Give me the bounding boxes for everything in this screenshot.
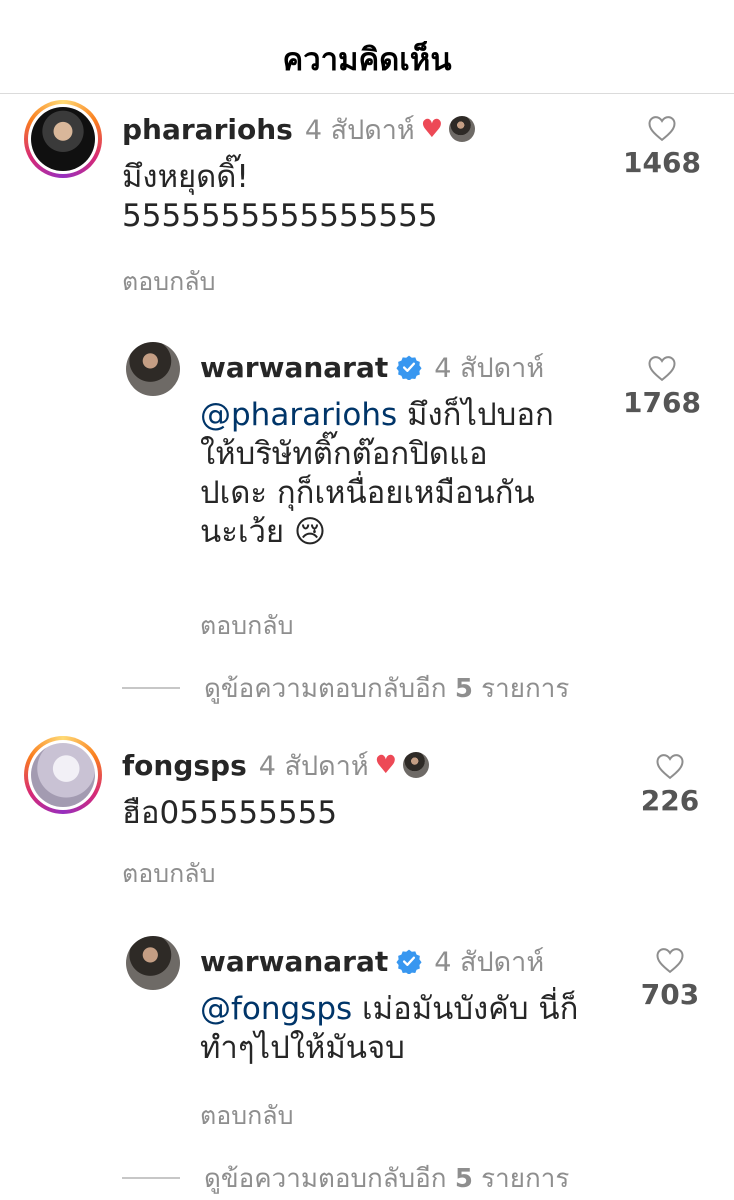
mention-link[interactable]: @pharariohs (200, 397, 397, 433)
creator-liked-heart-icon: ♥ (374, 750, 398, 779)
view-more-count: 5 (454, 674, 473, 704)
creator-avatar (449, 116, 476, 142)
reply-button[interactable]: ตอบกลับ (200, 606, 293, 646)
timestamp: 4 สัปดาห์ (258, 751, 369, 782)
view-more-replies-button[interactable]: ดูข้อความตอบกลับอีก 5 รายการ (122, 1158, 569, 1199)
page-title: ความคิดเห็น (282, 42, 452, 78)
comment-header: fongsps 4 สัปดาห์ ♥ (122, 744, 430, 787)
username[interactable]: fongsps (122, 749, 247, 782)
timestamp: 4 สัปดาห์ (434, 947, 545, 978)
like-button[interactable]: 703 (630, 946, 710, 1011)
timestamp: 4 สัปดาห์ (304, 115, 415, 146)
like-button[interactable]: 226 (630, 752, 710, 817)
divider (122, 687, 180, 689)
heart-outline-icon (648, 356, 676, 382)
comment-header: pharariohs 4 สัปดาห์ ♥ (122, 108, 476, 151)
comment-text: @fongsps เม่อมันบังคับ นี่ก็ ทำๆไปให้มัน… (200, 990, 578, 1068)
comment-line: ฮือ055555555 (122, 795, 338, 831)
username[interactable]: warwanarat (200, 351, 388, 384)
divider (122, 1177, 180, 1179)
heart-outline-icon (656, 948, 684, 974)
header: ความคิดเห็น (0, 0, 734, 94)
view-more-suffix: รายการ (481, 674, 570, 704)
reply-button[interactable]: ตอบกลับ (122, 262, 215, 302)
comment-line: มึงก็ไปบอก (407, 397, 554, 433)
view-more-suffix: รายการ (481, 1164, 570, 1194)
mention-link[interactable]: @fongsps (200, 991, 352, 1027)
comment-line: ให้บริษัทติ๊กต๊อกปิดแอ (200, 436, 488, 472)
comment-header: warwanarat 4 สัปดาห์ (200, 940, 544, 983)
view-more-label: ดูข้อความตอบกลับอีก (204, 1164, 447, 1194)
view-more-label: ดูข้อความตอบกลับอีก (204, 674, 447, 704)
comment-line: ทำๆไปให้มันจบ (200, 1030, 405, 1066)
reply-button[interactable]: ตอบกลับ (200, 1096, 293, 1136)
like-button[interactable]: 1768 (622, 354, 702, 419)
timestamp: 4 สัปดาห์ (434, 353, 545, 384)
like-count: 703 (640, 978, 700, 1011)
comment-line: มึงหยุดดิ๊! (122, 159, 249, 195)
comment-text: ฮือ055555555 (122, 794, 337, 833)
reply-button[interactable]: ตอบกลับ (122, 854, 215, 894)
username[interactable]: warwanarat (200, 945, 388, 978)
comment-line: 5555555555555555 (122, 198, 438, 234)
creator-avatar (403, 752, 430, 778)
avatar[interactable] (126, 936, 180, 990)
avatar[interactable] (24, 736, 102, 814)
view-more-replies-button[interactable]: ดูข้อความตอบกลับอีก 5 รายการ (122, 668, 569, 709)
comment-line: เม่อมันบังคับ นี่ก็ (362, 991, 579, 1027)
verified-badge-icon (396, 949, 422, 974)
view-more-count: 5 (454, 1164, 473, 1194)
username[interactable]: pharariohs (122, 113, 293, 146)
like-count: 226 (640, 784, 700, 817)
comment-line: ปเดะ กุก็เหนื่อยเหมือนกัน (200, 475, 535, 511)
verified-badge-icon (396, 355, 422, 380)
like-count: 1768 (623, 386, 701, 419)
comment-line: นะเว้ย 😢 (200, 514, 327, 550)
comment-text: @pharariohs มึงก็ไปบอก ให้บริษัทติ๊กต๊อก… (200, 396, 554, 552)
avatar[interactable] (126, 342, 180, 396)
creator-liked-heart-icon: ♥ (420, 114, 444, 143)
avatar[interactable] (24, 100, 102, 178)
like-button[interactable]: 1468 (622, 114, 702, 179)
heart-outline-icon (656, 754, 684, 780)
comment-header: warwanarat 4 สัปดาห์ (200, 346, 544, 389)
comment-text: มึงหยุดดิ๊! 5555555555555555 (122, 158, 438, 236)
like-count: 1468 (623, 146, 701, 179)
heart-outline-icon (648, 116, 676, 142)
